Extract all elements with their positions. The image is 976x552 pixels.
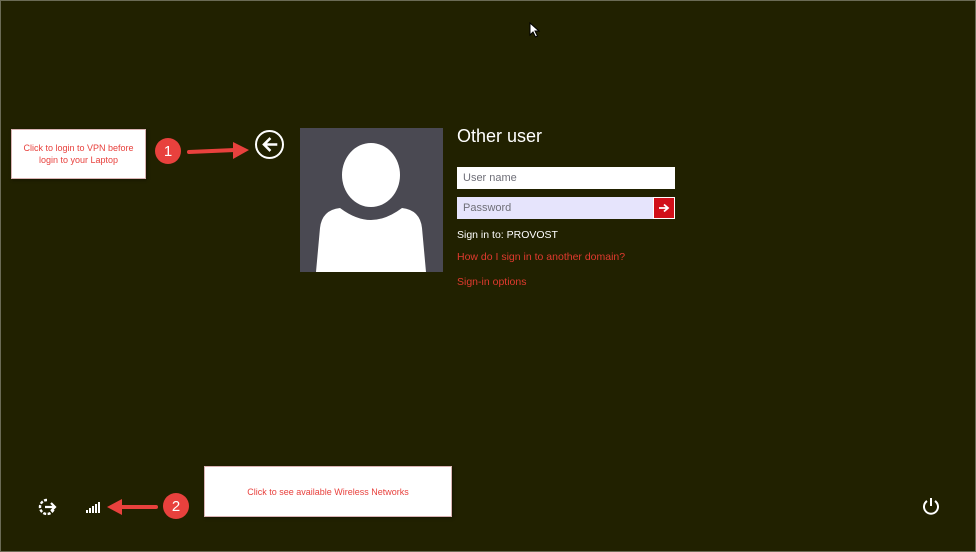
submit-button[interactable] [653,197,675,219]
user-silhouette-icon [316,143,426,272]
wireless-signal-icon[interactable] [86,501,102,513]
annotation-callout-wireless-text: Click to see available Wireless Networks [247,486,409,497]
power-icon[interactable] [921,496,941,516]
back-button[interactable] [255,130,284,159]
right-arrow-icon [659,203,670,213]
annotation-arrow-1 [187,142,249,159]
annotation-callout-wireless: Click to see available Wireless Networks [204,466,452,517]
sign-in-domain-label: Sign in to: PROVOST [457,229,558,241]
sign-in-options-link[interactable]: Sign-in options [457,276,526,288]
password-field[interactable] [457,197,653,219]
other-domain-link[interactable]: How do I sign in to another domain? [457,251,625,263]
annotation-badge-2: 2 [163,493,189,519]
annotation-callout-vpn-text: Click to login to VPN before login to yo… [23,143,134,165]
annotation-badge-1: 1 [155,138,181,164]
ease-of-access-icon[interactable] [37,497,57,517]
avatar [300,128,443,272]
annotation-callout-vpn: Click to login to VPN before login to yo… [11,129,146,179]
username-field[interactable] [457,167,675,189]
back-arrow-icon [262,137,278,152]
user-title: Other user [457,126,543,146]
annotation-arrow-2 [107,499,158,515]
mouse-cursor-icon [529,22,541,38]
